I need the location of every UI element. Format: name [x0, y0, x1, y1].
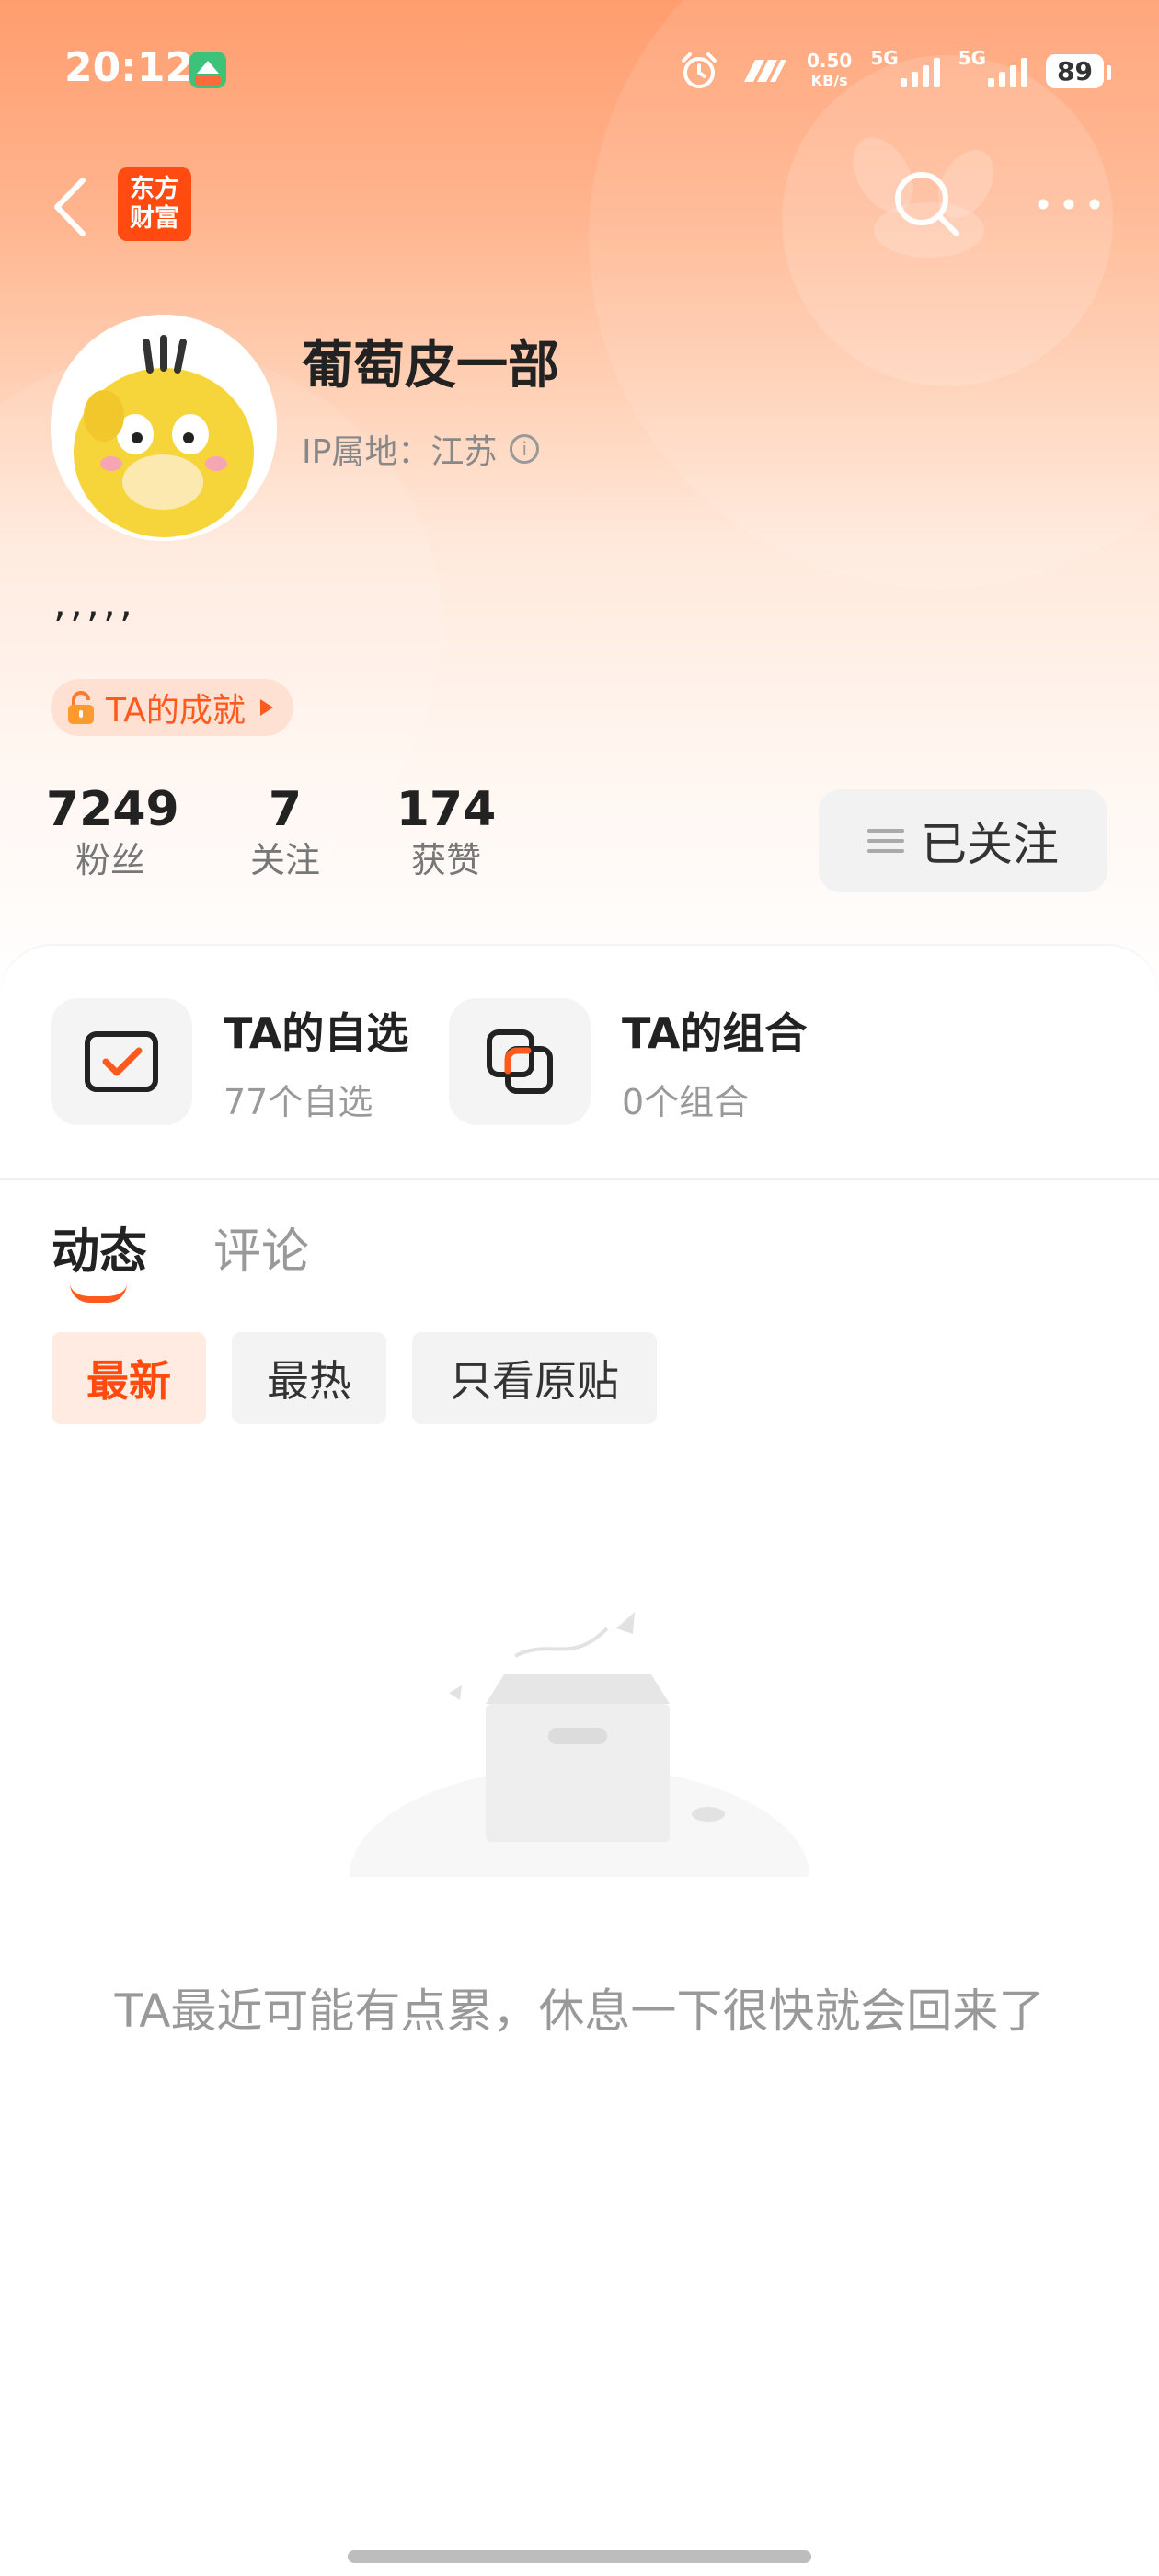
watchlist-title: TA的自选 — [224, 1007, 409, 1058]
portfolio-title: TA的组合 — [622, 1007, 808, 1058]
stat-value: 7 — [268, 782, 303, 837]
tab-posts[interactable]: 动态 — [52, 1213, 147, 1282]
filter-latest[interactable]: 最新 — [52, 1332, 206, 1424]
ip-location: IP属地：江苏 i — [302, 425, 540, 473]
stat-label: 粉丝 — [75, 840, 145, 880]
chevron-right-icon — [259, 699, 273, 716]
follow-button-label: 已关注 — [921, 818, 1059, 871]
stat-label: 获赞 — [410, 840, 481, 880]
brand-logo: 东方 财富 — [118, 167, 191, 241]
overlap-squares-icon — [487, 1029, 553, 1094]
empty-state-message: TA最近可能有点累，休息一下很快就会回来了 — [114, 1984, 1045, 2038]
avatar[interactable] — [51, 315, 277, 541]
more-options-icon[interactable] — [1036, 193, 1102, 215]
filter-hottest[interactable]: 最热 — [232, 1332, 386, 1424]
portfolio-count: 0个组合 — [622, 1081, 750, 1122]
psyduck-avatar-icon — [51, 315, 277, 541]
section-divider — [0, 1178, 1159, 1180]
follow-button[interactable]: 已关注 — [819, 789, 1107, 892]
nfc-icon — [743, 60, 786, 82]
home-indicator[interactable] — [348, 2550, 811, 2563]
portfolio-tile-icon-box — [449, 998, 591, 1125]
stat-value: 174 — [396, 782, 497, 837]
stat-fans[interactable]: 7249 粉丝 — [46, 782, 179, 883]
signal-label-2: 5G — [958, 47, 987, 69]
username: 葡萄皮一部 — [302, 336, 559, 396]
filter-original-only[interactable]: 只看原贴 — [412, 1332, 657, 1424]
user-bio: ,,,,, — [53, 580, 136, 627]
watchlist-count: 77个自选 — [224, 1081, 373, 1122]
signal-bars-icon — [900, 54, 940, 87]
battery-indicator: 89 — [1046, 53, 1111, 88]
watchlist-tile-icon-box — [51, 998, 192, 1125]
stat-following[interactable]: 7 关注 — [230, 782, 340, 883]
lock-icon — [68, 691, 94, 724]
signal-label-1: 5G — [870, 47, 899, 69]
network-speed: 0.50 KB/s — [806, 50, 853, 89]
ip-location-text: IP属地：江苏 — [302, 433, 498, 471]
stat-likes[interactable]: 174 获赞 — [391, 782, 501, 883]
empty-box-icon — [331, 1612, 828, 1895]
status-time: 20:12 — [64, 44, 194, 91]
signal-bars-icon — [988, 54, 1028, 87]
status-icons: 0.50 KB/s 5G 5G 89 — [678, 47, 1111, 92]
alarm-icon — [681, 52, 717, 88]
achievement-button[interactable]: TA的成就 — [51, 679, 293, 736]
info-icon[interactable]: i — [510, 434, 540, 464]
app-notification-icon — [189, 52, 226, 88]
achievement-label: TA的成就 — [106, 692, 246, 730]
tab-comments[interactable]: 评论 — [213, 1213, 309, 1282]
stat-value: 7249 — [46, 782, 179, 837]
checkbox-check-icon — [85, 1031, 158, 1092]
watchlist-tile[interactable]: TA的自选 77个自选 — [51, 998, 408, 1125]
portfolio-tile[interactable]: TA的组合 0个组合 — [449, 998, 807, 1125]
menu-lines-icon — [867, 822, 904, 859]
back-arrow-icon[interactable] — [48, 175, 94, 239]
search-icon[interactable] — [889, 166, 966, 243]
stat-label: 关注 — [249, 840, 320, 880]
